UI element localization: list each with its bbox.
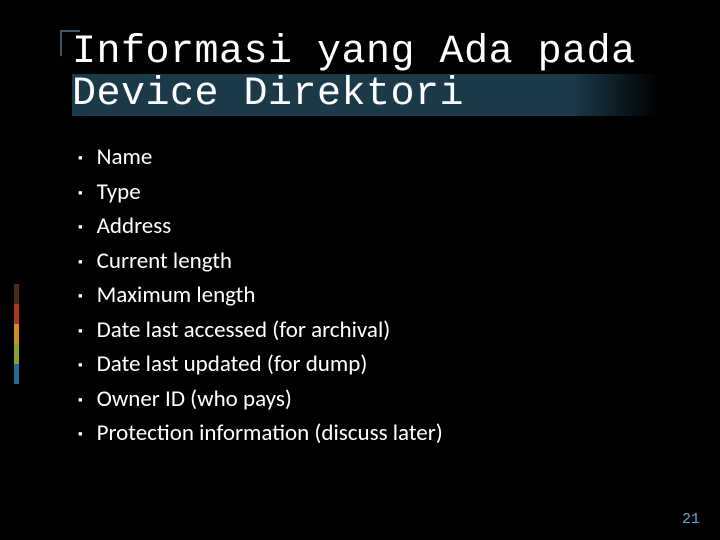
list-item-text: Maximum length: [97, 278, 256, 313]
bullet-icon: ▪: [78, 287, 83, 307]
accent-segment: [14, 324, 19, 344]
accent-segment: [14, 364, 19, 384]
list-item: ▪ Date last accessed (for archival): [78, 313, 640, 348]
page-number: 21: [682, 511, 700, 528]
bullet-icon: ▪: [78, 425, 83, 445]
accent-segment: [14, 344, 19, 364]
list-item: ▪ Owner ID (who pays): [78, 382, 640, 417]
list-item-text: Address: [97, 209, 172, 244]
list-item: ▪ Date last updated (for dump): [78, 347, 640, 382]
list-item: ▪ Current length: [78, 244, 640, 279]
accent-segment: [14, 284, 19, 304]
bullet-icon: ▪: [78, 253, 83, 273]
slide: Informasi yang Ada pada Device Direktori…: [0, 0, 720, 540]
list-item-text: Name: [97, 140, 153, 175]
list-item-text: Type: [97, 175, 141, 210]
list-item: ▪ Protection information (discuss later): [78, 416, 640, 451]
list-item-text: Owner ID (who pays): [97, 382, 292, 417]
list-item: ▪ Type: [78, 175, 640, 210]
sidebar-accent: [14, 284, 19, 384]
slide-title: Informasi yang Ada pada Device Direktori: [72, 32, 660, 116]
bullet-icon: ▪: [78, 356, 83, 376]
accent-segment: [14, 304, 19, 324]
bullet-icon: ▪: [78, 184, 83, 204]
list-item-text: Date last updated (for dump): [97, 347, 368, 382]
bullet-list: ▪ Name ▪ Type ▪ Address ▪ Current length…: [78, 140, 640, 451]
list-item: ▪ Name: [78, 140, 640, 175]
list-item-text: Protection information (discuss later): [97, 416, 443, 451]
list-item: ▪ Address: [78, 209, 640, 244]
list-item: ▪ Maximum length: [78, 278, 640, 313]
list-item-text: Current length: [97, 244, 232, 279]
list-item-text: Date last accessed (for archival): [97, 313, 391, 348]
bullet-icon: ▪: [78, 322, 83, 342]
bullet-icon: ▪: [78, 218, 83, 238]
bullet-icon: ▪: [78, 391, 83, 411]
bullet-icon: ▪: [78, 149, 83, 169]
